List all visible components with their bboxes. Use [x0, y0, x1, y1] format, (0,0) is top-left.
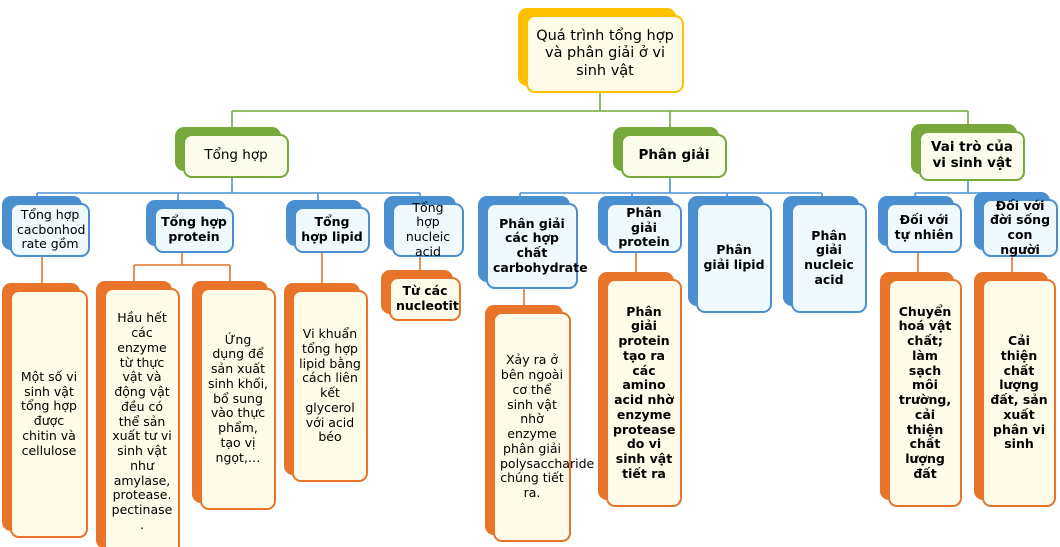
node-phan-giai-carbohydrate[interactable]: Phân giải các hợp chất carbohydrate — [478, 196, 588, 289]
leaf-enzyme-amylase[interactable]: Hầu hết các enzyme từ thực vật và động v… — [96, 281, 180, 547]
node-doi-voi-tu-nhien[interactable]: Đối với tự nhiên — [878, 196, 962, 253]
node-phan-giai-lipid-card: Phân giải lipid — [696, 203, 772, 313]
branch-node-tong-hop[interactable]: Tổng hợp — [175, 127, 289, 178]
node-phan-giai-carbohydrate-label: Phân giải các hợp chất carbohydrate — [493, 215, 588, 275]
leaf-vi-khuan-lipid[interactable]: Vi khuẩn tổng hợp lipid bằng cách liên k… — [284, 283, 368, 482]
leaf-cai-thien-chat-luong-dat-label: Cải thiện chất lượng đất, sản xuất phân … — [990, 333, 1048, 452]
node-tong-hop-lipid-label: Tổng hợp lipid — [301, 214, 363, 244]
branch-node-tong-hop-label: Tổng hợp — [204, 147, 268, 164]
root-node-card: Quá trình tổng hợp và phân giải ở vi sin… — [526, 15, 684, 93]
leaf-cai-thien-chat-luong-dat[interactable]: Cải thiện chất lượng đất, sản xuất phân … — [974, 272, 1056, 507]
leaf-xay-ra-ben-ngoai-card: Xảy ra ở bên ngoài cơ thể sinh vật nhờ e… — [493, 312, 595, 542]
branch-node-vai-tro-card: Vai trò của vi sinh vật — [919, 131, 1025, 181]
node-phan-giai-protein-card: Phân giải protein — [606, 203, 682, 253]
leaf-tu-cac-nucleotit[interactable]: Từ các nucleotit — [381, 270, 461, 321]
node-tong-hop-carbohydrate-card: Tổng hợp cacbonhod rate gồm — [10, 203, 90, 257]
leaf-chitin-cellulose-label: Một số vi sinh vật tổng hợp được chitin … — [20, 368, 78, 458]
leaf-chuyen-hoa-vat-chat-label: Chuyển hoá vật chất; làm sạch môi trường… — [898, 303, 952, 481]
leaf-tu-cac-nucleotit-label: Từ các nucleotit — [396, 283, 459, 313]
root-node-label: Quá trình tổng hợp và phân giải ở vi sin… — [536, 28, 674, 79]
node-phan-giai-protein-label: Phân giải protein — [618, 204, 670, 250]
leaf-xay-ra-ben-ngoai[interactable]: Xảy ra ở bên ngoài cơ thể sinh vật nhờ e… — [485, 305, 594, 542]
leaf-chitin-cellulose-card: Một số vi sinh vật tổng hợp được chitin … — [10, 290, 88, 538]
leaf-xay-ra-ben-ngoai-label: Xảy ra ở bên ngoài cơ thể sinh vật nhờ e… — [500, 352, 595, 500]
node-tong-hop-protein-label: Tổng hợp protein — [161, 214, 227, 244]
leaf-chitin-cellulose[interactable]: Một số vi sinh vật tổng hợp được chitin … — [2, 283, 88, 538]
node-tong-hop-lipid[interactable]: Tổng hợp lipid — [286, 200, 370, 253]
leaf-enzyme-amylase-label: Hầu hết các enzyme từ thực vật và động v… — [111, 310, 173, 532]
node-doi-voi-tu-nhien-card: Đối với tự nhiên — [886, 203, 962, 253]
branch-node-phan-giai-label: Phân giải — [638, 147, 710, 164]
leaf-chuyen-hoa-vat-chat[interactable]: Chuyển hoá vật chất; làm sạch môi trường… — [880, 272, 962, 507]
branch-node-vai-tro-label: Vai trò của vi sinh vật — [931, 139, 1013, 171]
mindmap-canvas: Quá trình tổng hợp và phân giải ở vi sin… — [0, 0, 1060, 547]
leaf-phan-giai-protein-amino[interactable]: Phân giải protein tạo ra các amino acid … — [598, 272, 682, 507]
leaf-phan-giai-protein-amino-label: Phân giải protein tạo ra các amino acid … — [613, 303, 676, 481]
leaf-vi-khuan-lipid-label: Vi khuẩn tổng hợp lipid bằng cách liên k… — [299, 326, 361, 445]
node-tong-hop-carbohydrate-label: Tổng hợp cacbonhod rate gồm — [17, 206, 86, 252]
leaf-vi-khuan-lipid-card: Vi khuẩn tổng hợp lipid bằng cách liên k… — [292, 290, 368, 482]
leaf-enzyme-amylase-card: Hầu hết các enzyme từ thực vật và động v… — [104, 288, 180, 547]
node-phan-giai-lipid-label: Phân giải lipid — [703, 242, 765, 272]
leaf-ung-dung-sinh-khoi[interactable]: Ứng dụng để sản xuất sinh khối, bổ sung … — [192, 281, 276, 510]
node-tong-hop-carbohydrate[interactable]: Tổng hợp cacbonhod rate gồm — [2, 196, 90, 257]
leaf-ung-dung-sinh-khoi-label: Ứng dụng để sản xuất sinh khối, bổ sung … — [207, 331, 269, 465]
root-node[interactable]: Quá trình tổng hợp và phân giải ở vi sin… — [518, 8, 684, 93]
leaf-phan-giai-protein-amino-card: Phân giải protein tạo ra các amino acid … — [606, 279, 682, 507]
node-tong-hop-nucleic-acid[interactable]: Tổng hợp nucleic acid — [384, 196, 464, 259]
node-phan-giai-carbohydrate-card: Phân giải các hợp chất carbohydrate — [486, 203, 588, 289]
node-doi-voi-doi-song-label: Đối với đời sống con người — [989, 197, 1051, 257]
node-phan-giai-lipid[interactable]: Phân giải lipid — [688, 196, 772, 313]
node-tong-hop-nucleic-acid-card: Tổng hợp nucleic acid — [392, 199, 464, 259]
node-tong-hop-nucleic-acid-label: Tổng hợp nucleic acid — [405, 199, 451, 259]
node-tong-hop-lipid-card: Tổng hợp lipid — [294, 207, 370, 253]
node-phan-giai-nucleic-acid-card: Phân giải nucleic acid — [791, 203, 867, 313]
node-phan-giai-nucleic-acid[interactable]: Phân giải nucleic acid — [783, 196, 867, 313]
branch-node-phan-giai[interactable]: Phân giải — [613, 127, 727, 178]
branch-node-vai-tro[interactable]: Vai trò của vi sinh vật — [911, 124, 1025, 181]
node-tong-hop-protein[interactable]: Tổng hợp protein — [146, 200, 234, 253]
node-tong-hop-protein-card: Tổng hợp protein — [154, 207, 234, 253]
leaf-ung-dung-sinh-khoi-card: Ứng dụng để sản xuất sinh khối, bổ sung … — [200, 288, 276, 510]
leaf-tu-cac-nucleotit-card: Từ các nucleotit — [389, 277, 461, 321]
node-phan-giai-nucleic-acid-label: Phân giải nucleic acid — [804, 227, 854, 287]
node-doi-voi-tu-nhien-label: Đối với tự nhiên — [894, 212, 954, 242]
branch-node-tong-hop-card: Tổng hợp — [183, 134, 289, 178]
node-doi-voi-doi-song-card: Đối với đời sống con người — [982, 197, 1058, 257]
node-doi-voi-doi-song[interactable]: Đối với đời sống con người — [974, 192, 1058, 257]
branch-node-phan-giai-card: Phân giải — [621, 134, 727, 178]
leaf-chuyen-hoa-vat-chat-card: Chuyển hoá vật chất; làm sạch môi trường… — [888, 279, 962, 507]
node-phan-giai-protein[interactable]: Phân giải protein — [598, 196, 682, 253]
leaf-cai-thien-chat-luong-dat-card: Cải thiện chất lượng đất, sản xuất phân … — [982, 279, 1056, 507]
